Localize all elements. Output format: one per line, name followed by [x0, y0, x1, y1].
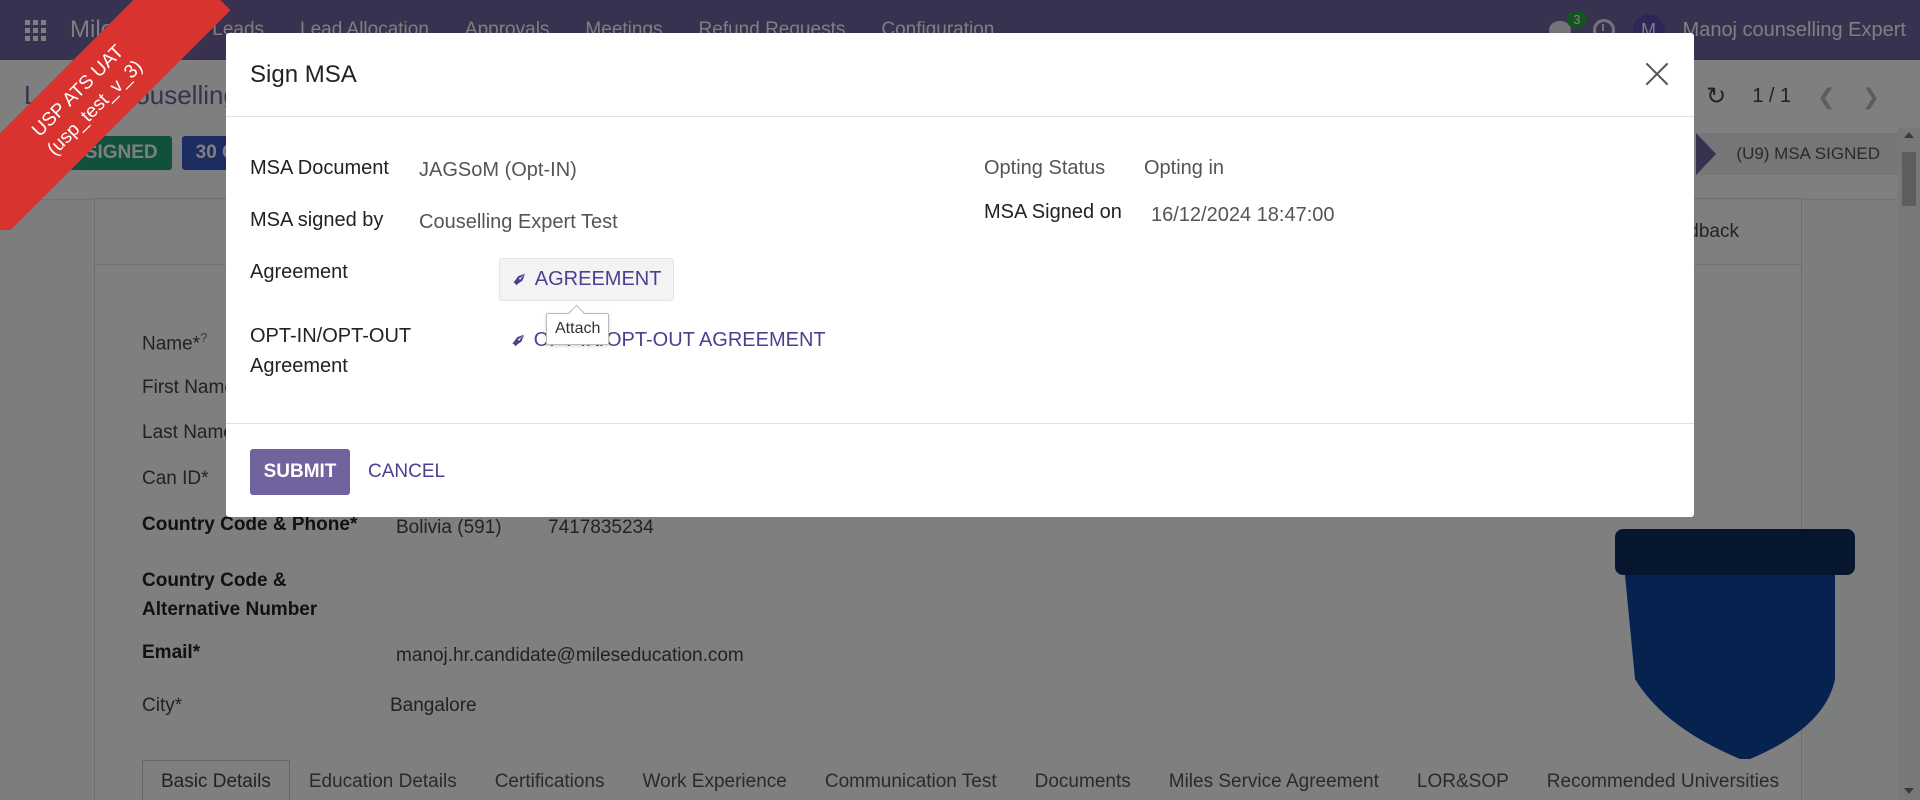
msa-signed-on-label: MSA Signed on: [984, 201, 1122, 223]
msa-document-label: MSA Document: [250, 157, 389, 179]
dialog-title: Sign MSA: [250, 61, 357, 88]
sign-msa-dialog: Sign MSA MSA Document JAGSoM (Opt-IN) MS…: [226, 33, 1694, 517]
submit-button[interactable]: SUBMIT: [250, 449, 350, 495]
agreement-button-label: AGREEMENT: [534, 268, 662, 290]
cancel-button[interactable]: CANCEL: [368, 449, 445, 495]
msa-document-value[interactable]: JAGSoM (Opt-IN): [419, 159, 577, 182]
msa-signed-by-value[interactable]: Couselling Expert Test: [419, 211, 618, 234]
dialog-header: Sign MSA: [226, 33, 1694, 117]
dialog-footer: SUBMIT CANCEL: [226, 423, 1694, 517]
agreement-attach-button[interactable]: ✒ AGREEMENT: [499, 258, 675, 301]
opting-status-label: Opting Status: [984, 157, 1106, 179]
attach-tooltip: Attach: [546, 313, 610, 345]
close-icon[interactable]: [1640, 57, 1674, 91]
msa-signed-on-value[interactable]: 16/12/2024 18:47:00: [1151, 204, 1335, 227]
opting-status-value[interactable]: Opting in: [1144, 157, 1224, 180]
agreement-label: Agreement: [250, 261, 348, 283]
paperclip-icon: ✒: [506, 327, 534, 355]
msa-signed-by-label: MSA signed by: [250, 209, 384, 231]
paperclip-icon: ✒: [507, 266, 535, 294]
optin-agreement-label: OPT-IN/OPT-OUT Agreement: [250, 325, 411, 377]
